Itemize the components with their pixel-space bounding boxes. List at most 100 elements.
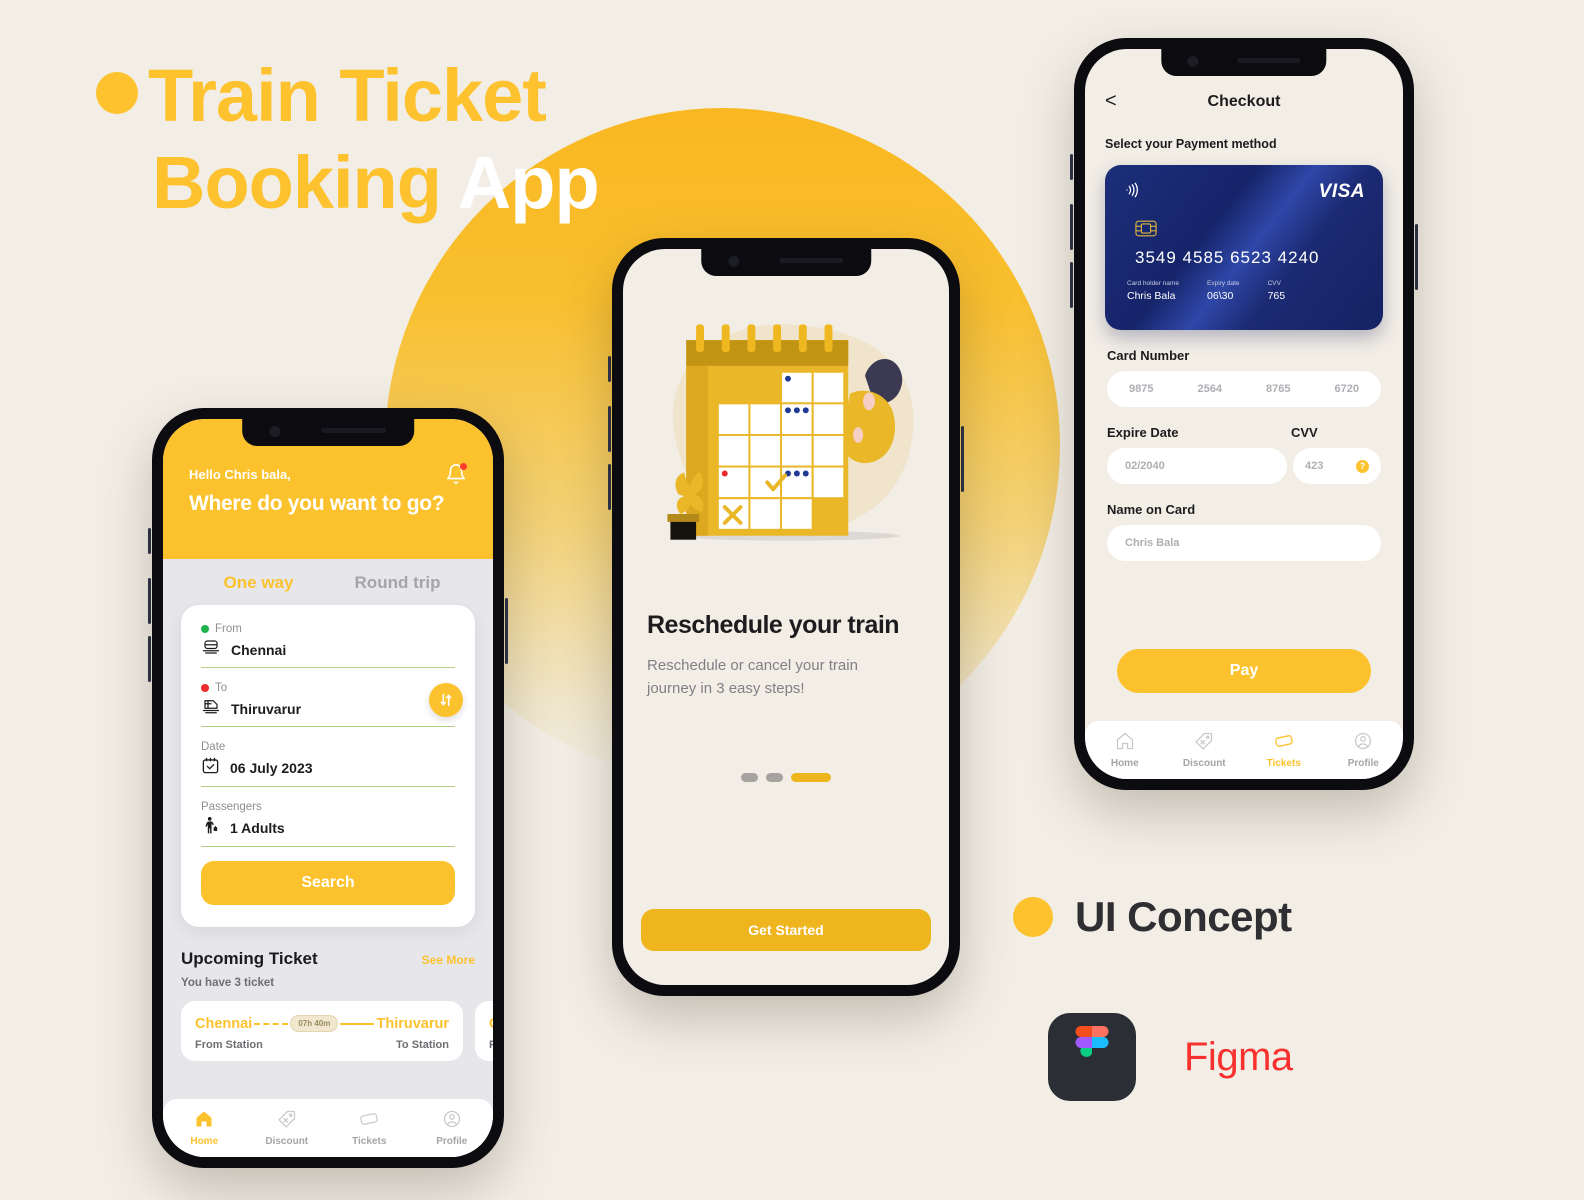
cvv-label: CVV	[1291, 425, 1318, 440]
see-more-link[interactable]: See More	[422, 953, 475, 967]
phone-onboarding-screen: Reschedule your train Reschedule or canc…	[608, 235, 964, 999]
ticket-from-city: Chennai	[195, 1015, 253, 1032]
phone-power-button[interactable]	[961, 426, 964, 492]
discount-tag-icon	[277, 1110, 295, 1128]
phone-notch	[1161, 49, 1327, 76]
page-dot-3-active[interactable]	[791, 772, 831, 782]
ui-concept-label-group: UI Concept	[1013, 893, 1292, 941]
earpiece-speaker	[779, 258, 844, 263]
phone-power-button[interactable]	[1415, 224, 1418, 290]
checkout-bottom-tabbar: Home Discount Tickets Profile	[1085, 721, 1403, 779]
phone-power-button[interactable]	[505, 598, 508, 664]
passengers-value: 1 Adults	[230, 820, 285, 836]
phone-volume-down-button[interactable]	[148, 636, 151, 682]
tabbar-label-home: Home	[1110, 758, 1139, 769]
pay-button[interactable]: Pay	[1117, 649, 1371, 693]
field-date[interactable]: Date 06 July 2023	[201, 741, 455, 787]
date-input-row[interactable]: 06 July 2023	[201, 756, 455, 787]
phone-volume-down-button[interactable]	[608, 464, 611, 510]
field-from[interactable]: From Chennai	[201, 623, 455, 668]
cvv-input[interactable]: 423 ?	[1293, 448, 1381, 484]
ticket-station-labels: From Station To Station	[489, 1039, 493, 1051]
search-button[interactable]: Search	[201, 861, 455, 905]
ui-concept-text: UI Concept	[1075, 893, 1292, 940]
earpiece-speaker	[1237, 58, 1301, 63]
headline-text-1: Train Ticket	[148, 54, 547, 137]
ticket-from-city: Chennai	[489, 1016, 493, 1032]
ticket-count-text: You have 3 ticket	[181, 977, 275, 989]
page-dot-1[interactable]	[741, 772, 758, 782]
to-input-row[interactable]: Thiruvarur	[201, 697, 455, 727]
tabbar-label-home: Home	[190, 1136, 219, 1147]
to-label-row: To	[201, 682, 455, 694]
headline-text-3: App	[457, 140, 600, 224]
headline-line-1: Train Ticket	[96, 57, 716, 135]
upcoming-ticket-list[interactable]: Chennai 07h 40m Thiruvarur From Station …	[181, 1001, 493, 1061]
ticket-route: Chennai 07h 40m Thiruvarur	[195, 1015, 449, 1032]
name-on-card-input[interactable]: Chris Bala	[1107, 525, 1381, 561]
figma-credit-group: Figma	[1048, 1013, 1293, 1101]
checkout-screen-surface: < Checkout Select your Payment method VI…	[1085, 49, 1403, 779]
headline-line-2: Booking App	[152, 144, 716, 222]
expire-date-input[interactable]: 02/2040	[1107, 448, 1287, 484]
phone-volume-up-button[interactable]	[148, 578, 151, 624]
earpiece-speaker	[321, 428, 387, 433]
date-label-row: Date	[201, 741, 455, 753]
phone-mute-button[interactable]	[608, 356, 611, 382]
get-started-button[interactable]: Get Started	[641, 909, 931, 951]
date-value: 06 July 2023	[230, 760, 313, 776]
cvv-value-text: 423	[1305, 460, 1324, 472]
phone-volume-up-button[interactable]	[608, 406, 611, 452]
tabbar-item-tickets[interactable]: Tickets	[1244, 731, 1324, 769]
tabbar-item-profile[interactable]: Profile	[1324, 731, 1404, 769]
tabbar-item-tickets[interactable]: Tickets	[328, 1109, 411, 1147]
front-camera-icon	[728, 256, 740, 267]
tabbar-item-discount[interactable]: Discount	[1165, 731, 1245, 769]
field-passengers[interactable]: Passengers 1 Adults	[201, 801, 455, 847]
passenger-icon	[201, 816, 220, 840]
home-question-text: Where do you want to go?	[189, 492, 445, 515]
phone-volume-up-button[interactable]	[1070, 204, 1073, 250]
from-label: From	[215, 623, 242, 635]
passengers-input-row[interactable]: 1 Adults	[201, 816, 455, 847]
chip-icon	[1123, 220, 1365, 242]
tabbar-item-home[interactable]: Home	[163, 1109, 246, 1147]
home-icon	[196, 1111, 212, 1127]
page-indicator[interactable]	[623, 772, 949, 782]
discount-tag-icon	[1195, 732, 1213, 750]
bell-icon[interactable]	[445, 463, 467, 485]
tabbar-item-home[interactable]: Home	[1085, 731, 1165, 769]
ticket-card[interactable]: Chennai 07h 40m Thiruvarur From Station …	[475, 1001, 493, 1061]
card-number-input[interactable]: 9875 2564 8765 6720	[1107, 371, 1381, 407]
card-number-group-3: 8765	[1266, 383, 1291, 395]
ticket-card[interactable]: Chennai 07h 40m Thiruvarur From Station …	[181, 1001, 463, 1061]
tab-round-trip[interactable]: Round trip	[328, 573, 467, 593]
ticket-station-labels: From Station To Station	[195, 1039, 449, 1051]
phone-mute-button[interactable]	[1070, 154, 1073, 180]
help-circle-icon[interactable]: ?	[1356, 459, 1369, 473]
date-label: Date	[201, 741, 226, 753]
onboarding-title: Reschedule your train	[647, 611, 900, 639]
ticket-icon	[1274, 735, 1293, 747]
tabbar-item-profile[interactable]: Profile	[411, 1109, 494, 1147]
phone-volume-down-button[interactable]	[1070, 262, 1073, 308]
page-dot-2[interactable]	[766, 772, 783, 782]
headline-text-2: Booking	[152, 140, 442, 224]
home-body: One way Round trip From Chennai To Thiru…	[163, 559, 493, 1157]
credit-card-visual[interactable]: VISA 3549 4585 6523 4240 Card holder nam…	[1105, 165, 1383, 330]
card-expiry-group: Expiry date 06\30	[1207, 280, 1240, 302]
phone-mute-button[interactable]	[148, 528, 151, 554]
ticket-to-label: To Station	[396, 1039, 449, 1051]
swap-vertical-icon[interactable]	[429, 683, 463, 717]
card-cvv-value: 765	[1267, 290, 1286, 302]
card-number-group-2: 2564	[1197, 383, 1222, 395]
expire-cvv-label-row: Expire Date CVV	[1085, 407, 1403, 440]
tabbar-item-discount[interactable]: Discount	[246, 1109, 329, 1147]
from-input-row[interactable]: Chennai	[201, 638, 455, 668]
ticket-to-city: Thiruvarur	[376, 1015, 449, 1032]
tab-one-way[interactable]: One way	[189, 573, 328, 593]
card-number-display: 3549 4585 6523 4240	[1135, 248, 1320, 267]
calendar-icon	[201, 756, 220, 780]
field-to[interactable]: To Thiruvarur	[201, 682, 455, 727]
ticket-duration-badge: 07h 40m	[290, 1015, 339, 1032]
